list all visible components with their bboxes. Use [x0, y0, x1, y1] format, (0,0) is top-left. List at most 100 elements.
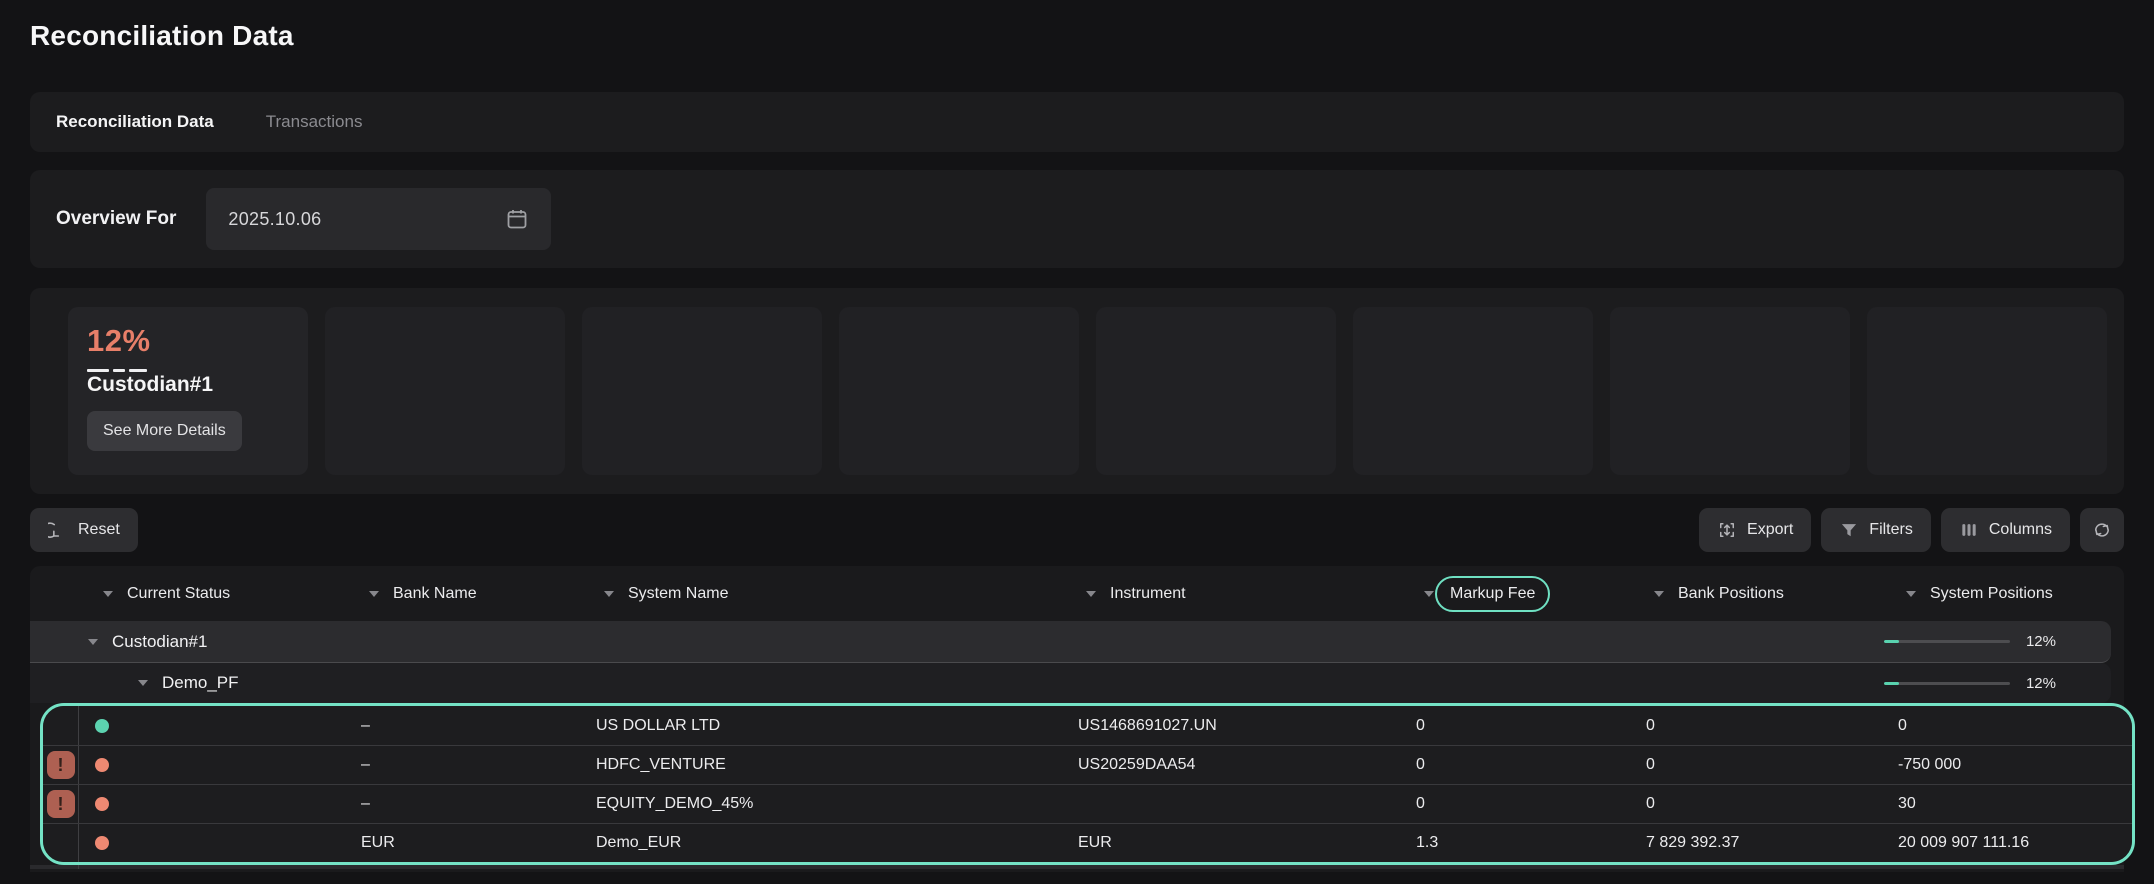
markup-fee-cell: 0: [1400, 746, 1630, 784]
chevron-down-icon[interactable]: [369, 591, 379, 597]
bank-name-cell: –: [345, 785, 580, 823]
summary-cards-row: 12% Custodian#1 See More Details: [30, 288, 2124, 494]
group-label: Demo_PF: [162, 673, 239, 693]
reset-icon: [48, 520, 68, 540]
markup-fee-highlight-ring: Markup Fee: [1435, 576, 1550, 612]
refresh-button[interactable]: [2080, 508, 2124, 552]
table-row[interactable]: – US DOLLAR LTD US1468691027.UN 0 0 0: [43, 706, 2132, 745]
current-status-cell: [79, 824, 345, 862]
chevron-down-icon[interactable]: [1906, 591, 1916, 597]
chevron-down-icon[interactable]: [1086, 591, 1096, 597]
overview-for-label: Overview For: [56, 208, 176, 230]
card-percent-value: 12%: [87, 323, 289, 359]
instrument-cell: US20259DAA54: [1062, 746, 1400, 784]
columns-label: Columns: [1989, 521, 2052, 539]
highlighted-rows-outline: – US DOLLAR LTD US1468691027.UN 0 0 0 ! …: [40, 703, 2135, 865]
system-positions-cell: 0: [1882, 706, 2122, 745]
group-progress: 12%: [1884, 675, 2111, 692]
next-row-sliver: [30, 865, 2124, 869]
system-positions-cell: 20 009 907 111.16: [1882, 824, 2122, 862]
bank-positions-cell: 0: [1630, 785, 1882, 823]
row-gutter: !: [43, 785, 79, 823]
chevron-down-icon[interactable]: [604, 591, 614, 597]
reconciliation-table: Current Status Bank Name System Name Ins…: [30, 566, 2124, 872]
table-header-row: Current Status Bank Name System Name Ins…: [30, 566, 2124, 621]
progress-track: [1884, 682, 2010, 685]
column-header-bank-positions[interactable]: Bank Positions: [1630, 566, 1882, 621]
instrument-cell: EUR: [1062, 824, 1400, 862]
row-gutter: !: [43, 746, 79, 784]
status-dot-alert: [95, 797, 109, 811]
bank-name-cell: EUR: [345, 824, 580, 862]
group-progress: 12%: [1884, 633, 2111, 650]
export-button[interactable]: Export: [1699, 508, 1811, 552]
clipped-text-fragment: [87, 363, 289, 372]
status-dot-alert: [95, 758, 109, 772]
tab-reconciliation-data[interactable]: Reconciliation Data: [56, 112, 214, 132]
column-header-current-status[interactable]: Current Status: [79, 566, 345, 621]
card-custodian-name: Custodian#1: [87, 373, 289, 397]
current-status-cell: [79, 746, 345, 784]
see-more-details-button[interactable]: See More Details: [87, 411, 242, 451]
table-row[interactable]: ! – HDFC_VENTURE US20259DAA54 0 0 -750 0…: [43, 745, 2132, 784]
status-dot-ok: [95, 719, 109, 733]
system-name-cell: HDFC_VENTURE: [580, 746, 1062, 784]
column-header-markup-fee[interactable]: Markup Fee: [1400, 566, 1630, 621]
filters-button[interactable]: Filters: [1821, 508, 1931, 552]
progress-track: [1884, 640, 2010, 643]
group-row-demo-pf[interactable]: Demo_PF 12%: [30, 663, 2111, 703]
bank-positions-cell: 0: [1630, 706, 1882, 745]
markup-fee-cell: 1.3: [1400, 824, 1630, 862]
placeholder-card: [1096, 307, 1336, 475]
column-header-instrument[interactable]: Instrument: [1062, 566, 1400, 621]
column-label: Instrument: [1110, 585, 1186, 603]
placeholder-card: [1610, 307, 1850, 475]
instrument-cell: [1062, 785, 1400, 823]
system-name-cell: Demo_EUR: [580, 824, 1062, 862]
date-picker-input[interactable]: 2025.10.06: [206, 188, 551, 250]
chevron-down-icon[interactable]: [103, 591, 113, 597]
export-label: Export: [1747, 521, 1793, 539]
group-row-custodian[interactable]: Custodian#1 12%: [30, 621, 2111, 663]
markup-fee-cell: 0: [1400, 785, 1630, 823]
collapse-caret-icon[interactable]: [88, 639, 98, 645]
reset-label: Reset: [78, 521, 120, 539]
table-toolbar: Reset Export Filters: [30, 508, 2124, 552]
collapse-caret-icon[interactable]: [138, 680, 148, 686]
column-label: System Name: [628, 585, 728, 603]
table-row[interactable]: EUR Demo_EUR EUR 1.3 7 829 392.37 20 009…: [43, 823, 2132, 862]
placeholder-card: [325, 307, 565, 475]
refresh-icon: [2092, 520, 2112, 540]
placeholder-card: [839, 307, 1079, 475]
placeholder-card: [582, 307, 822, 475]
current-status-cell: [79, 706, 345, 745]
table-row[interactable]: ! – EQUITY_DEMO_45% 0 0 30: [43, 784, 2132, 823]
system-positions-cell: 30: [1882, 785, 2122, 823]
current-status-cell: [79, 785, 345, 823]
column-header-system-name[interactable]: System Name: [580, 566, 1062, 621]
warning-icon[interactable]: !: [47, 790, 75, 818]
columns-icon: [1959, 520, 1979, 540]
filter-funnel-icon: [1839, 520, 1859, 540]
column-header-system-positions[interactable]: System Positions: [1882, 566, 2122, 621]
bank-name-cell: –: [345, 706, 580, 745]
column-label: System Positions: [1930, 585, 2053, 603]
warning-icon[interactable]: !: [47, 751, 75, 779]
row-gutter: [43, 706, 79, 745]
chevron-down-icon[interactable]: [1654, 591, 1664, 597]
markup-fee-cell: 0: [1400, 706, 1630, 745]
column-label: Bank Positions: [1678, 585, 1784, 603]
page-title: Reconciliation Data: [30, 0, 2124, 52]
row-gutter: [43, 824, 79, 862]
column-header-bank-name[interactable]: Bank Name: [345, 566, 580, 621]
chevron-down-icon[interactable]: [1424, 591, 1434, 597]
system-name-cell: US DOLLAR LTD: [580, 706, 1062, 745]
tab-transactions[interactable]: Transactions: [266, 112, 363, 132]
custodian-summary-card[interactable]: 12% Custodian#1 See More Details: [68, 307, 308, 475]
reset-button[interactable]: Reset: [30, 508, 138, 552]
bank-positions-cell: 7 829 392.37: [1630, 824, 1882, 862]
date-value: 2025.10.06: [228, 209, 321, 230]
placeholder-card: [1867, 307, 2107, 475]
calendar-icon[interactable]: [505, 207, 529, 231]
columns-button[interactable]: Columns: [1941, 508, 2070, 552]
